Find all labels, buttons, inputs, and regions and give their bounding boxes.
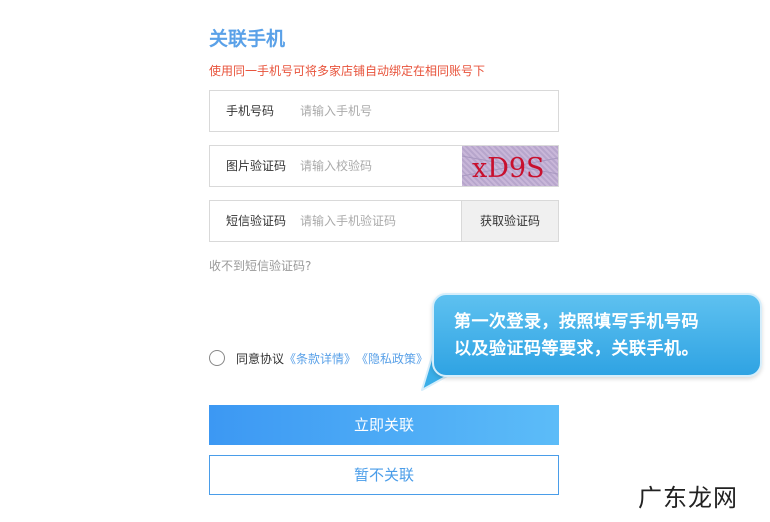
captcha-input[interactable]	[300, 155, 460, 177]
tooltip-text: 第一次登录，按照填写手机号码 以及验证码等要求，关联手机。	[454, 309, 754, 363]
captcha-label: 图片验证码	[226, 159, 287, 173]
captcha-image[interactable]: xD9S	[462, 146, 558, 186]
agree-radio[interactable]	[209, 350, 225, 366]
watermark-logo: 广东龙网	[638, 484, 738, 512]
phone-input[interactable]	[300, 100, 460, 122]
tooltip-bubble: 第一次登录，按照填写手机号码 以及验证码等要求，关联手机。	[432, 293, 762, 377]
phone-label: 手机号码	[226, 104, 275, 118]
sms-input[interactable]	[300, 210, 460, 232]
terms-link[interactable]: 《条款详情》	[284, 350, 356, 367]
tooltip-line-2: 以及验证码等要求，关联手机。	[454, 339, 699, 359]
sms-field: 短信验证码 获取验证码	[209, 200, 559, 242]
sms-label: 短信验证码	[226, 214, 287, 228]
skip-link-button[interactable]: 暂不关联	[209, 455, 559, 495]
confirm-link-button[interactable]: 立即关联	[209, 405, 559, 445]
bind-notice: 使用同一手机号可将多家店铺自动绑定在相同账号下	[209, 64, 486, 78]
page-title: 关联手机	[209, 28, 286, 50]
no-sms-link[interactable]: 收不到短信验证码?	[209, 257, 311, 274]
agreement-row: 同意协议 《条款详情》 《隐私政策》	[209, 349, 428, 367]
privacy-link[interactable]: 《隐私政策》	[356, 350, 428, 367]
phone-field: 手机号码	[209, 90, 559, 132]
agreement-prefix: 同意协议	[236, 351, 285, 366]
captcha-field: 图片验证码 xD9S	[209, 145, 559, 187]
captcha-text: xD9S	[472, 153, 545, 184]
tooltip-line-1: 第一次登录，按照填写手机号码	[454, 312, 699, 332]
get-code-button[interactable]: 获取验证码	[461, 201, 558, 241]
